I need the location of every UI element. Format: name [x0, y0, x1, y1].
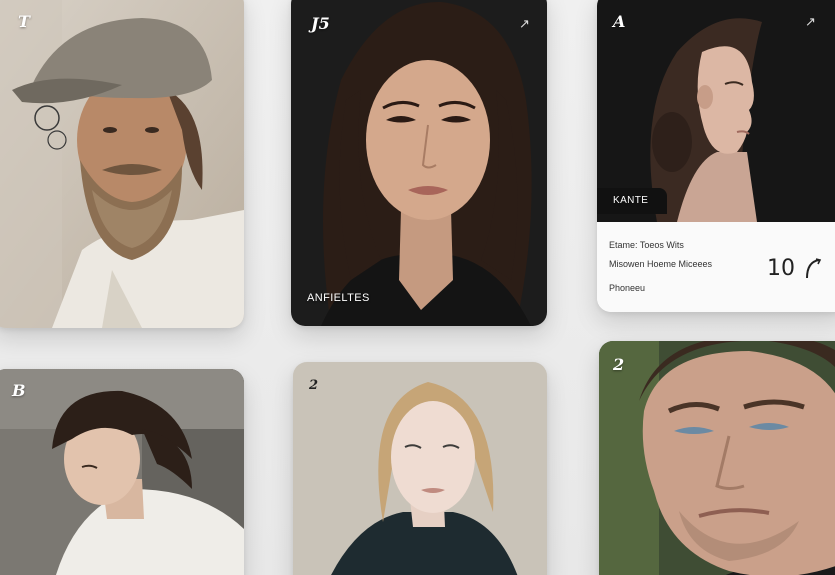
card-glyph: J5 [311, 14, 330, 33]
card-glyph: 2 [613, 355, 625, 374]
info-panel: Etame: Toeos Wits Misowen Hoeme Miceees … [597, 222, 835, 312]
portrait-card-blonde-woman[interactable]: 2 [293, 362, 547, 575]
card-glyph: B [12, 381, 26, 400]
name-tag-label: KANTE [613, 195, 649, 206]
portrait-card-young-man[interactable]: B [0, 369, 244, 575]
portrait-card-profile-woman[interactable]: KANTE A ↗ Etame: Toeos Wits Misowen Hoem… [597, 0, 835, 312]
portrait-card-grid: T J5 ↗ ANFIELTES KANTE A ↗ Etame: Toeos … [0, 0, 835, 575]
curve-arrow-icon[interactable] [803, 258, 823, 280]
card-glyph: 2 [309, 378, 319, 393]
portrait-photo-bearded-man [0, 0, 244, 328]
card-glyph: T [18, 12, 30, 31]
portrait-card-dark-haired-woman[interactable]: J5 ↗ ANFIELTES [291, 0, 547, 326]
portrait-card-bearded-man[interactable]: T [0, 0, 244, 328]
portrait-card-man-closeup[interactable]: 2 [599, 341, 835, 575]
portrait-photo-young-man [0, 369, 244, 575]
name-tag: KANTE [597, 188, 667, 214]
info-row-phone: Phoneeu [609, 283, 646, 293]
card-glyph: A [613, 12, 626, 31]
portrait-photo-blonde-woman [293, 362, 547, 575]
info-row-name: Etame: Toeos Wits [609, 240, 684, 250]
info-row-details: Misowen Hoeme Miceees [609, 259, 713, 269]
card-caption: ANFIELTES [307, 292, 370, 304]
info-number: 10 [767, 256, 795, 281]
portrait-photo-dark-haired-woman [291, 0, 547, 326]
arrow-up-right-icon[interactable]: ↗ [519, 16, 530, 32]
portrait-photo-man-closeup [599, 341, 835, 575]
arrow-up-right-icon[interactable]: ↗ [805, 14, 816, 30]
